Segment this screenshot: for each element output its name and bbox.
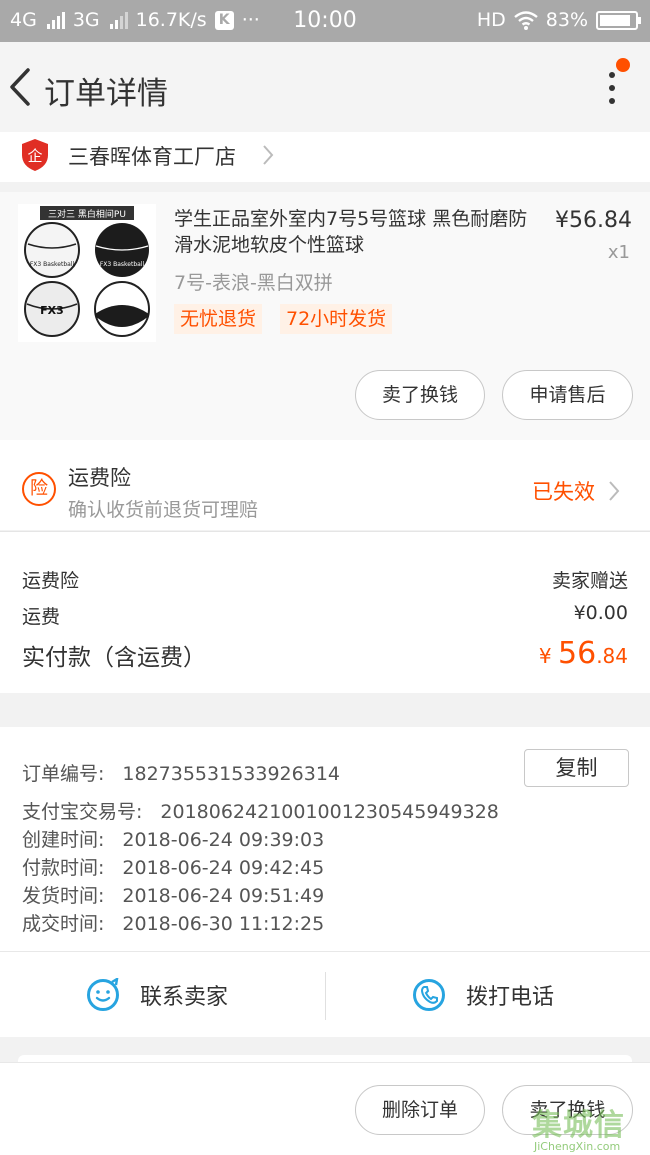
copy-button[interactable]: 复制: [524, 749, 629, 787]
after-sale-button[interactable]: 申请售后: [502, 370, 633, 420]
more-dot: [609, 72, 615, 78]
more-dot: [609, 98, 615, 104]
store-badge-icon: 企: [22, 139, 48, 171]
phone-icon: [413, 979, 445, 1011]
info-label: 成交时间:: [22, 913, 105, 935]
battery-icon: [596, 10, 641, 30]
order-info: 订单编号: 182735531533926314 复制 支付宝交易号: 201806…: [0, 727, 650, 951]
wifi-icon: [514, 10, 538, 30]
product-card[interactable]: 三对三 黑白相间PU FX3 Basketball FX3 Basketball…: [0, 192, 650, 440]
info-label: 支付宝交易号:: [22, 801, 143, 823]
shipped-time-row: 发货时间: 2018-06-24 09:51:49: [22, 881, 324, 908]
fee-label: 运费: [22, 606, 61, 628]
service-tag: 无忧退货: [174, 304, 263, 334]
order-number-row: 订单编号: 182735531533926314: [22, 759, 340, 786]
ball-label: FX3: [40, 304, 64, 317]
call-phone-label: 拨打电话: [466, 985, 555, 1010]
back-arrow-icon: [10, 68, 30, 106]
sell-for-cash-button[interactable]: 卖了换钱: [355, 370, 485, 420]
chevron-right-icon: [263, 145, 274, 165]
back-button[interactable]: [4, 62, 40, 112]
total-paid-amount: ¥ 56.84: [539, 636, 628, 671]
fee-label: 运费险: [22, 570, 80, 592]
watermark-url: JiChengXin.com: [534, 1140, 621, 1153]
contact-seller-label: 联系卖家: [140, 985, 229, 1010]
info-label: 发货时间:: [22, 885, 105, 907]
amount-integer: 56: [558, 636, 597, 671]
created-time-row: 创建时间: 2018-06-24 09:39:03: [22, 825, 324, 852]
info-label: 付款时间:: [22, 857, 105, 879]
call-phone-button[interactable]: 拨打电话: [412, 952, 554, 1038]
divider: [325, 972, 326, 1020]
ball-label: FX3 Basketball: [100, 261, 145, 268]
insurance-status: 已失效: [532, 480, 595, 504]
shipping-insurance-row[interactable]: 险 运费险 确认收货前退货可理赔 已失效: [0, 440, 650, 530]
watermark-text: 集城信: [532, 1108, 625, 1143]
insurance-title: 运费险: [68, 466, 131, 490]
site-watermark: 集城信 JiChengXin.com: [532, 1100, 648, 1153]
product-spec: 7号-表浪-黑白双拼: [174, 272, 333, 294]
insurance-subtitle: 确认收货前退货可理赔: [68, 499, 259, 521]
contact-bar: 联系卖家 拨打电话: [0, 951, 650, 1037]
more-dot: [609, 85, 615, 91]
fee-value: ¥0.00: [573, 602, 628, 624]
alipay-number-row: 支付宝交易号: 2018062421001001230545949328: [22, 797, 499, 824]
product-price: ¥56.84: [555, 208, 632, 233]
page-title: 订单详情: [44, 76, 168, 112]
notification-dot: [616, 58, 630, 72]
header: 订单详情: [0, 42, 650, 132]
service-tag: 72小时发货: [280, 304, 393, 334]
product-title[interactable]: 学生正品室外室内7号5号篮球 黑色耐磨防滑水泥地软皮个性篮球: [174, 206, 534, 258]
fee-summary: 运费险 卖家赠送 运费 ¥0.00 实付款（含运费） ¥ 56.84: [0, 531, 650, 693]
status-bar: 4G 3G 16.7K/s K ··· 10:00 HD 83%: [0, 0, 650, 42]
info-label: 创建时间:: [22, 829, 105, 851]
paid-time-row: 付款时间: 2018-06-24 09:42:45: [22, 853, 324, 880]
info-label: 订单编号:: [22, 763, 105, 785]
insurance-icon: 险: [22, 472, 56, 506]
currency-symbol: ¥: [538, 644, 552, 668]
completed-time: 2018-06-30 11:12:25: [122, 913, 325, 935]
product-image[interactable]: 三对三 黑白相间PU FX3 Basketball FX3 Basketball…: [18, 204, 156, 342]
ball-label: FX3 Basketball: [30, 261, 75, 268]
svg-text:企: 企: [27, 147, 42, 165]
image-caption: 三对三 黑白相间PU: [48, 208, 126, 220]
battery-percent: 83%: [545, 9, 588, 31]
paid-time: 2018-06-24 09:42:45: [122, 857, 325, 879]
contact-seller-button[interactable]: 联系卖家: [86, 952, 228, 1038]
total-paid-label: 实付款（含运费）: [22, 645, 206, 671]
completed-time-row: 成交时间: 2018-06-30 11:12:25: [22, 909, 324, 936]
order-number: 182735531533926314: [122, 763, 340, 785]
fee-value: 卖家赠送: [551, 570, 628, 592]
chat-bubble-icon: [87, 978, 119, 1011]
product-quantity: x1: [607, 242, 630, 263]
created-time: 2018-06-24 09:39:03: [122, 829, 325, 851]
delete-order-button[interactable]: 删除订单: [355, 1085, 485, 1135]
store-row[interactable]: 企 三春晖体育工厂店: [0, 132, 650, 182]
amount-decimal: .84: [596, 644, 628, 668]
shipped-time: 2018-06-24 09:51:49: [122, 885, 325, 907]
status-right: HD 83%: [476, 9, 641, 31]
alipay-trade-number: 2018062421001001230545949328: [160, 801, 499, 823]
store-name[interactable]: 三春晖体育工厂店: [68, 141, 236, 171]
chevron-right-icon: [609, 481, 620, 501]
hd-label: HD: [476, 9, 506, 31]
